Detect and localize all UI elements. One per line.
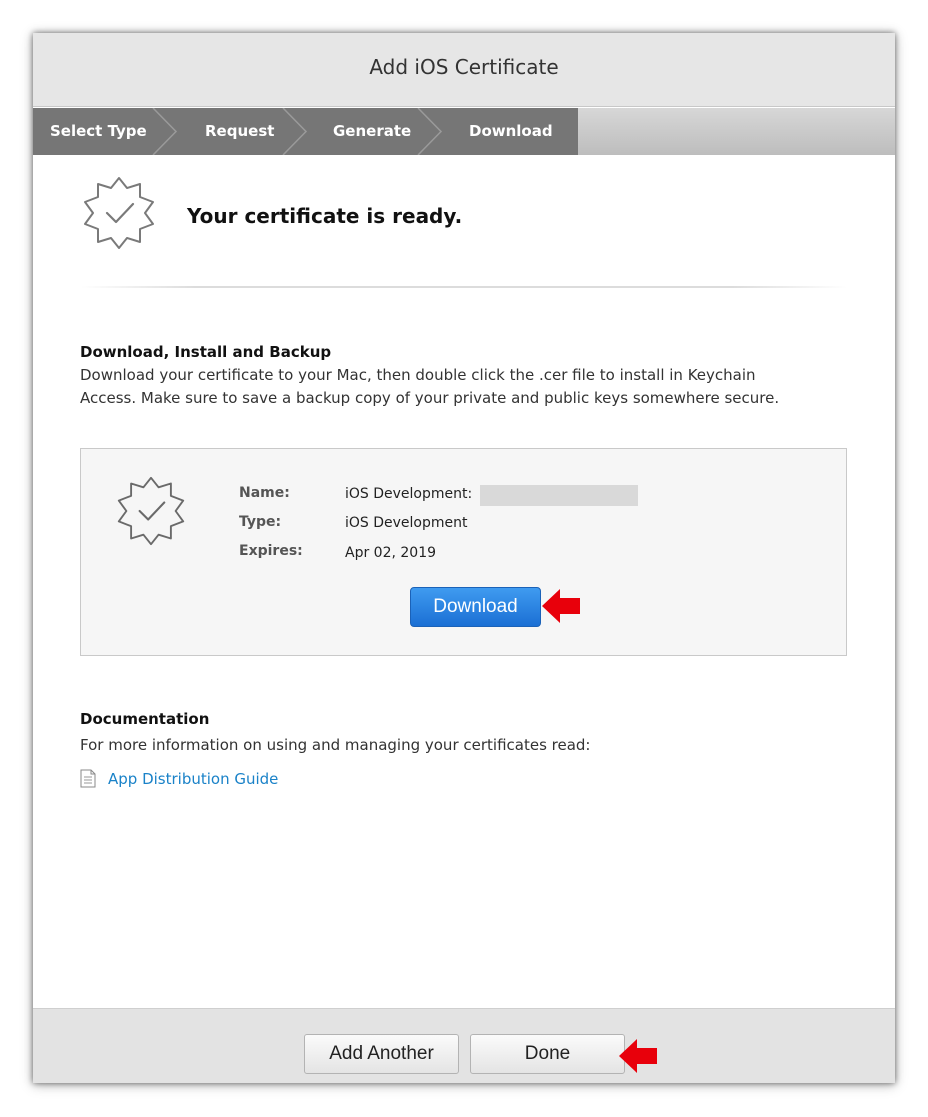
document-icon xyxy=(80,769,96,792)
expires-label: Expires: xyxy=(239,543,303,559)
dialog-footer: Add Another Done xyxy=(33,1008,895,1083)
certificate-icon xyxy=(115,475,187,551)
type-label: Type: xyxy=(239,514,282,530)
ready-message: Your certificate is ready. xyxy=(187,204,463,228)
redacted-name-block xyxy=(480,485,638,506)
documentation-text: For more information on using and managi… xyxy=(80,736,591,754)
name-value: iOS Development: xyxy=(345,486,473,502)
documentation-heading: Documentation xyxy=(80,710,210,728)
dialog-title: Add iOS Certificate xyxy=(369,55,559,79)
done-button[interactable]: Done xyxy=(470,1034,625,1074)
certificate-panel: Name: iOS Development: Type: iOS Develop… xyxy=(80,448,847,656)
download-section-text: Download your certificate to your Mac, t… xyxy=(80,364,850,410)
name-label: Name: xyxy=(239,485,290,501)
certificate-ready-icon xyxy=(81,176,157,254)
red-arrow-icon xyxy=(619,1039,657,1073)
step-select-type: Select Type xyxy=(50,122,147,140)
download-section-line-1: Download your certificate to your Mac, t… xyxy=(80,366,756,384)
section-divider xyxy=(81,286,847,288)
type-value: iOS Development xyxy=(345,515,468,531)
step-chevrons xyxy=(33,108,578,155)
step-progress-bar: Select Type Request Generate Download xyxy=(33,108,895,155)
certificate-badge-icon xyxy=(84,177,154,249)
step-generate: Generate xyxy=(333,122,412,140)
download-button[interactable]: Download xyxy=(410,587,541,627)
dialog-window: Add iOS Certificate Select Type Request … xyxy=(33,33,895,1083)
expires-value: Apr 02, 2019 xyxy=(345,545,437,561)
certificate-badge-icon xyxy=(117,476,185,546)
app-distribution-guide-link[interactable]: App Distribution Guide xyxy=(108,770,278,788)
step-request: Request xyxy=(205,122,275,140)
download-section-heading: Download, Install and Backup xyxy=(80,343,332,361)
red-arrow-icon xyxy=(542,589,580,623)
add-another-button[interactable]: Add Another xyxy=(304,1034,459,1074)
step-download: Download xyxy=(469,122,553,140)
title-bar: Add iOS Certificate xyxy=(33,33,895,107)
download-section-line-2: Access. Make sure to save a backup copy … xyxy=(80,389,780,407)
